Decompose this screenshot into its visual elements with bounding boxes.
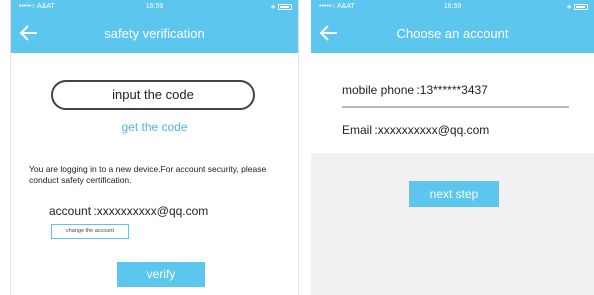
security-notice: You are logging in to a new device.For a…: [29, 164, 267, 185]
status-icons: ∗: [566, 3, 588, 11]
next-step-button[interactable]: next step: [409, 181, 499, 207]
get-code-link[interactable]: get the code: [11, 120, 298, 134]
divider: [342, 106, 569, 108]
footer-area: [311, 153, 594, 295]
status-time: 16:59: [145, 3, 164, 10]
status-bar: •••••○ A&AT 16:59 ∗: [11, 0, 298, 15]
status-icons: ∗: [270, 3, 292, 11]
page-title: safety verification: [104, 26, 205, 41]
page-title: Choose an account: [396, 26, 509, 41]
account-option-phone[interactable]: mobile phone :13******3437: [342, 83, 488, 97]
nav-bar: safety verification: [11, 15, 298, 53]
status-time: 16:59: [443, 3, 462, 10]
status-bar: •••••○ A&AT 16:59 ∗: [311, 0, 594, 15]
battery-icon: [278, 4, 292, 11]
code-input[interactable]: input the code: [51, 80, 255, 110]
safety-verification-screen: •••••○ A&AT 16:59 ∗ safety verification …: [10, 0, 299, 295]
change-account-button[interactable]: change the account: [51, 224, 129, 239]
choose-account-screen: •••••○ A&AT 16:59 ∗ Choose an account mo…: [311, 0, 594, 295]
battery-icon: [574, 4, 588, 11]
bluetooth-icon: ∗: [270, 4, 276, 11]
account-option-email[interactable]: Email :xxxxxxxxxx@qq.com: [342, 123, 489, 137]
account-label: account :xxxxxxxxxx@qq.com: [49, 204, 209, 218]
verify-button[interactable]: verify: [117, 262, 205, 287]
bluetooth-icon: ∗: [566, 4, 572, 11]
nav-bar: Choose an account: [311, 15, 594, 53]
